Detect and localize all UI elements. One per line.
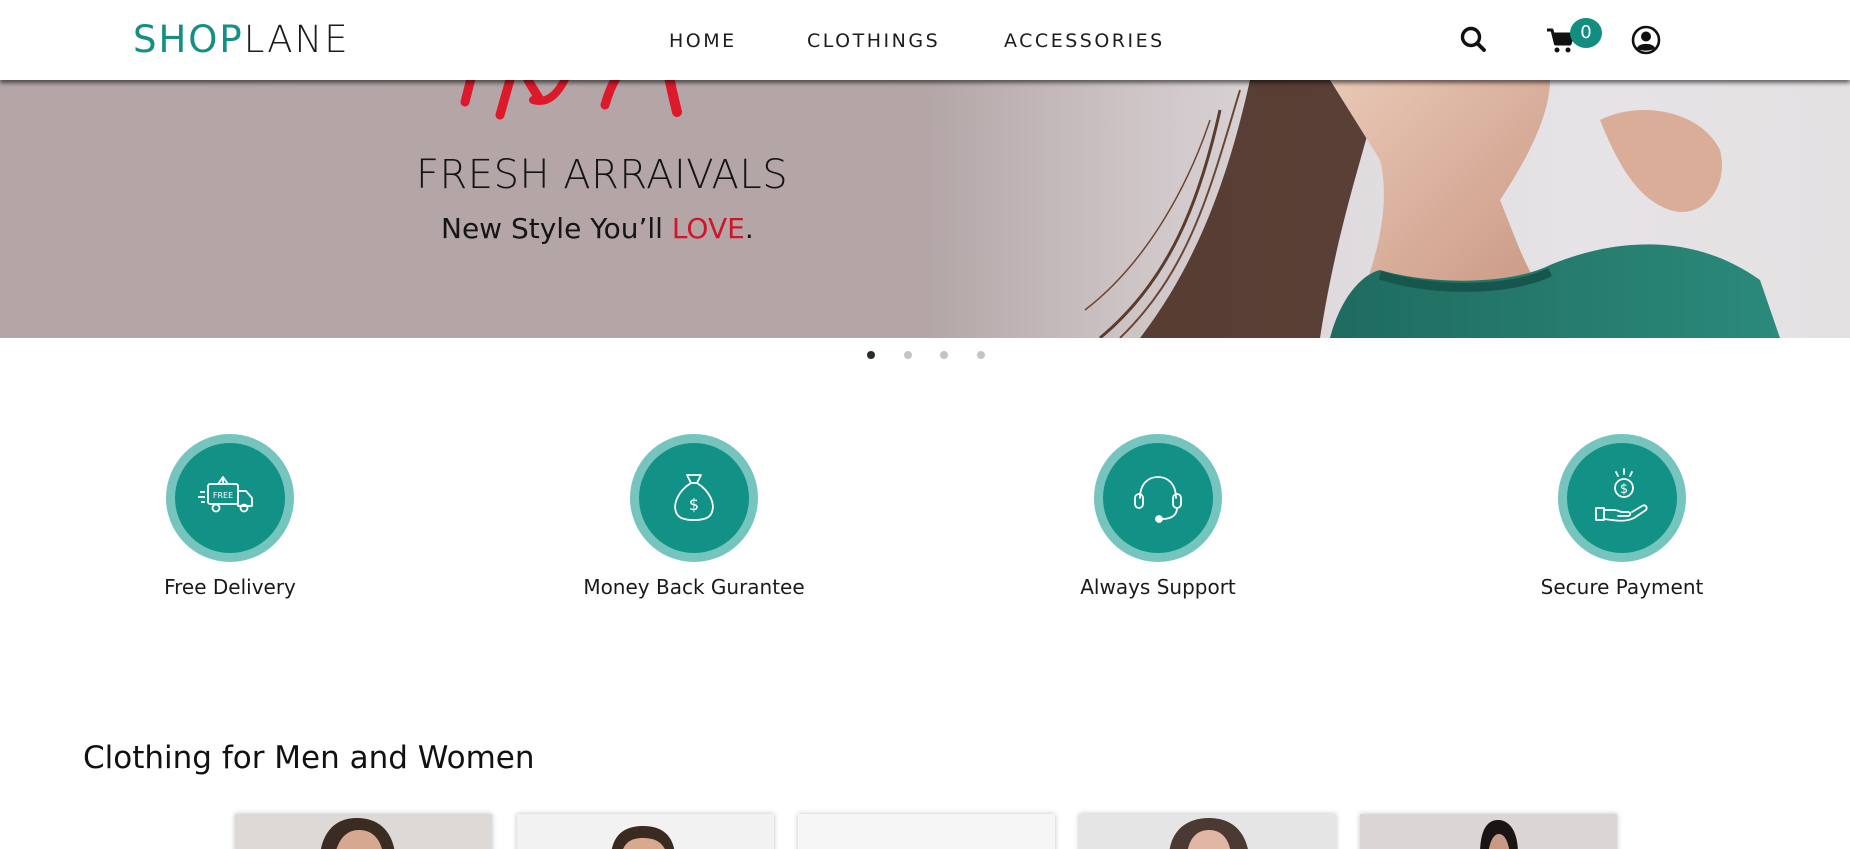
hero-subtitle-highlight: LOVE (671, 212, 745, 245)
feature-label: Secure Payment (1540, 575, 1704, 599)
product-card[interactable] (517, 814, 774, 849)
feature-circle: $ (630, 434, 758, 562)
carousel-dot[interactable] (977, 351, 985, 359)
logo[interactable]: SHOPLANE (133, 18, 350, 61)
hero-model-image (1084, 80, 1780, 338)
hero-banner[interactable]: FRESH ARRAIVALS New Style You’ll LOVE. (0, 80, 1850, 338)
carousel-dot[interactable] (940, 351, 948, 359)
user-icon[interactable] (1630, 24, 1662, 56)
delivery-truck-icon: FREE (198, 476, 253, 513)
hero-subtitle: New Style You’ll LOVE. (441, 212, 754, 245)
cart-count-badge: 0 (1570, 18, 1602, 48)
free-badge-text: FREE (213, 491, 233, 500)
product-image (235, 814, 492, 849)
site-header: SHOPLANE HOME CLOTHINGS ACCESSORIES 0 (0, 0, 1850, 80)
product-card[interactable] (1079, 814, 1336, 849)
product-image (1360, 814, 1617, 849)
nav-accessories[interactable]: ACCESSORIES (1004, 30, 1165, 52)
feature-circle (1094, 434, 1222, 562)
feature-circle: $ (1558, 434, 1686, 562)
feature-label: Free Delivery (164, 575, 296, 599)
money-bag-icon: $ (674, 474, 714, 521)
product-card[interactable] (235, 814, 492, 849)
product-image (1079, 814, 1336, 849)
product-image (798, 814, 1055, 849)
svg-text:$: $ (1620, 482, 1628, 497)
carousel-dot[interactable] (867, 351, 875, 359)
headset-icon (1134, 476, 1182, 523)
carousel-dot[interactable] (904, 351, 912, 359)
logo-shop: SHOP (133, 18, 244, 61)
nav-clothings[interactable]: CLOTHINGS (807, 30, 940, 52)
product-card[interactable] (1360, 814, 1617, 849)
feature-always-support: Always Support (1028, 434, 1288, 599)
search-icon[interactable] (1458, 24, 1490, 56)
logo-lane: LANE (243, 18, 350, 61)
coin-hand-icon: $ (1595, 468, 1648, 522)
feature-secure-payment: $ Secure Payment (1492, 434, 1752, 599)
hero-title: FRESH ARRAIVALS (416, 152, 789, 198)
feature-label: Money Back Gurantee (583, 575, 805, 599)
product-card[interactable] (798, 814, 1055, 849)
feature-free-delivery: FREE Free Delivery (100, 434, 360, 599)
svg-text:$: $ (689, 495, 699, 514)
hero-brand-logo (460, 80, 682, 120)
hero-subtitle-prefix: New Style You’ll (441, 212, 672, 245)
section-title: Clothing for Men and Women (83, 740, 535, 776)
feature-label: Always Support (1080, 575, 1236, 599)
hero-subtitle-suffix: . (744, 212, 754, 245)
product-image (517, 814, 774, 849)
feature-circle: FREE (166, 434, 294, 562)
nav-home[interactable]: HOME (669, 30, 737, 52)
feature-money-back: $ Money Back Gurantee (564, 434, 824, 599)
